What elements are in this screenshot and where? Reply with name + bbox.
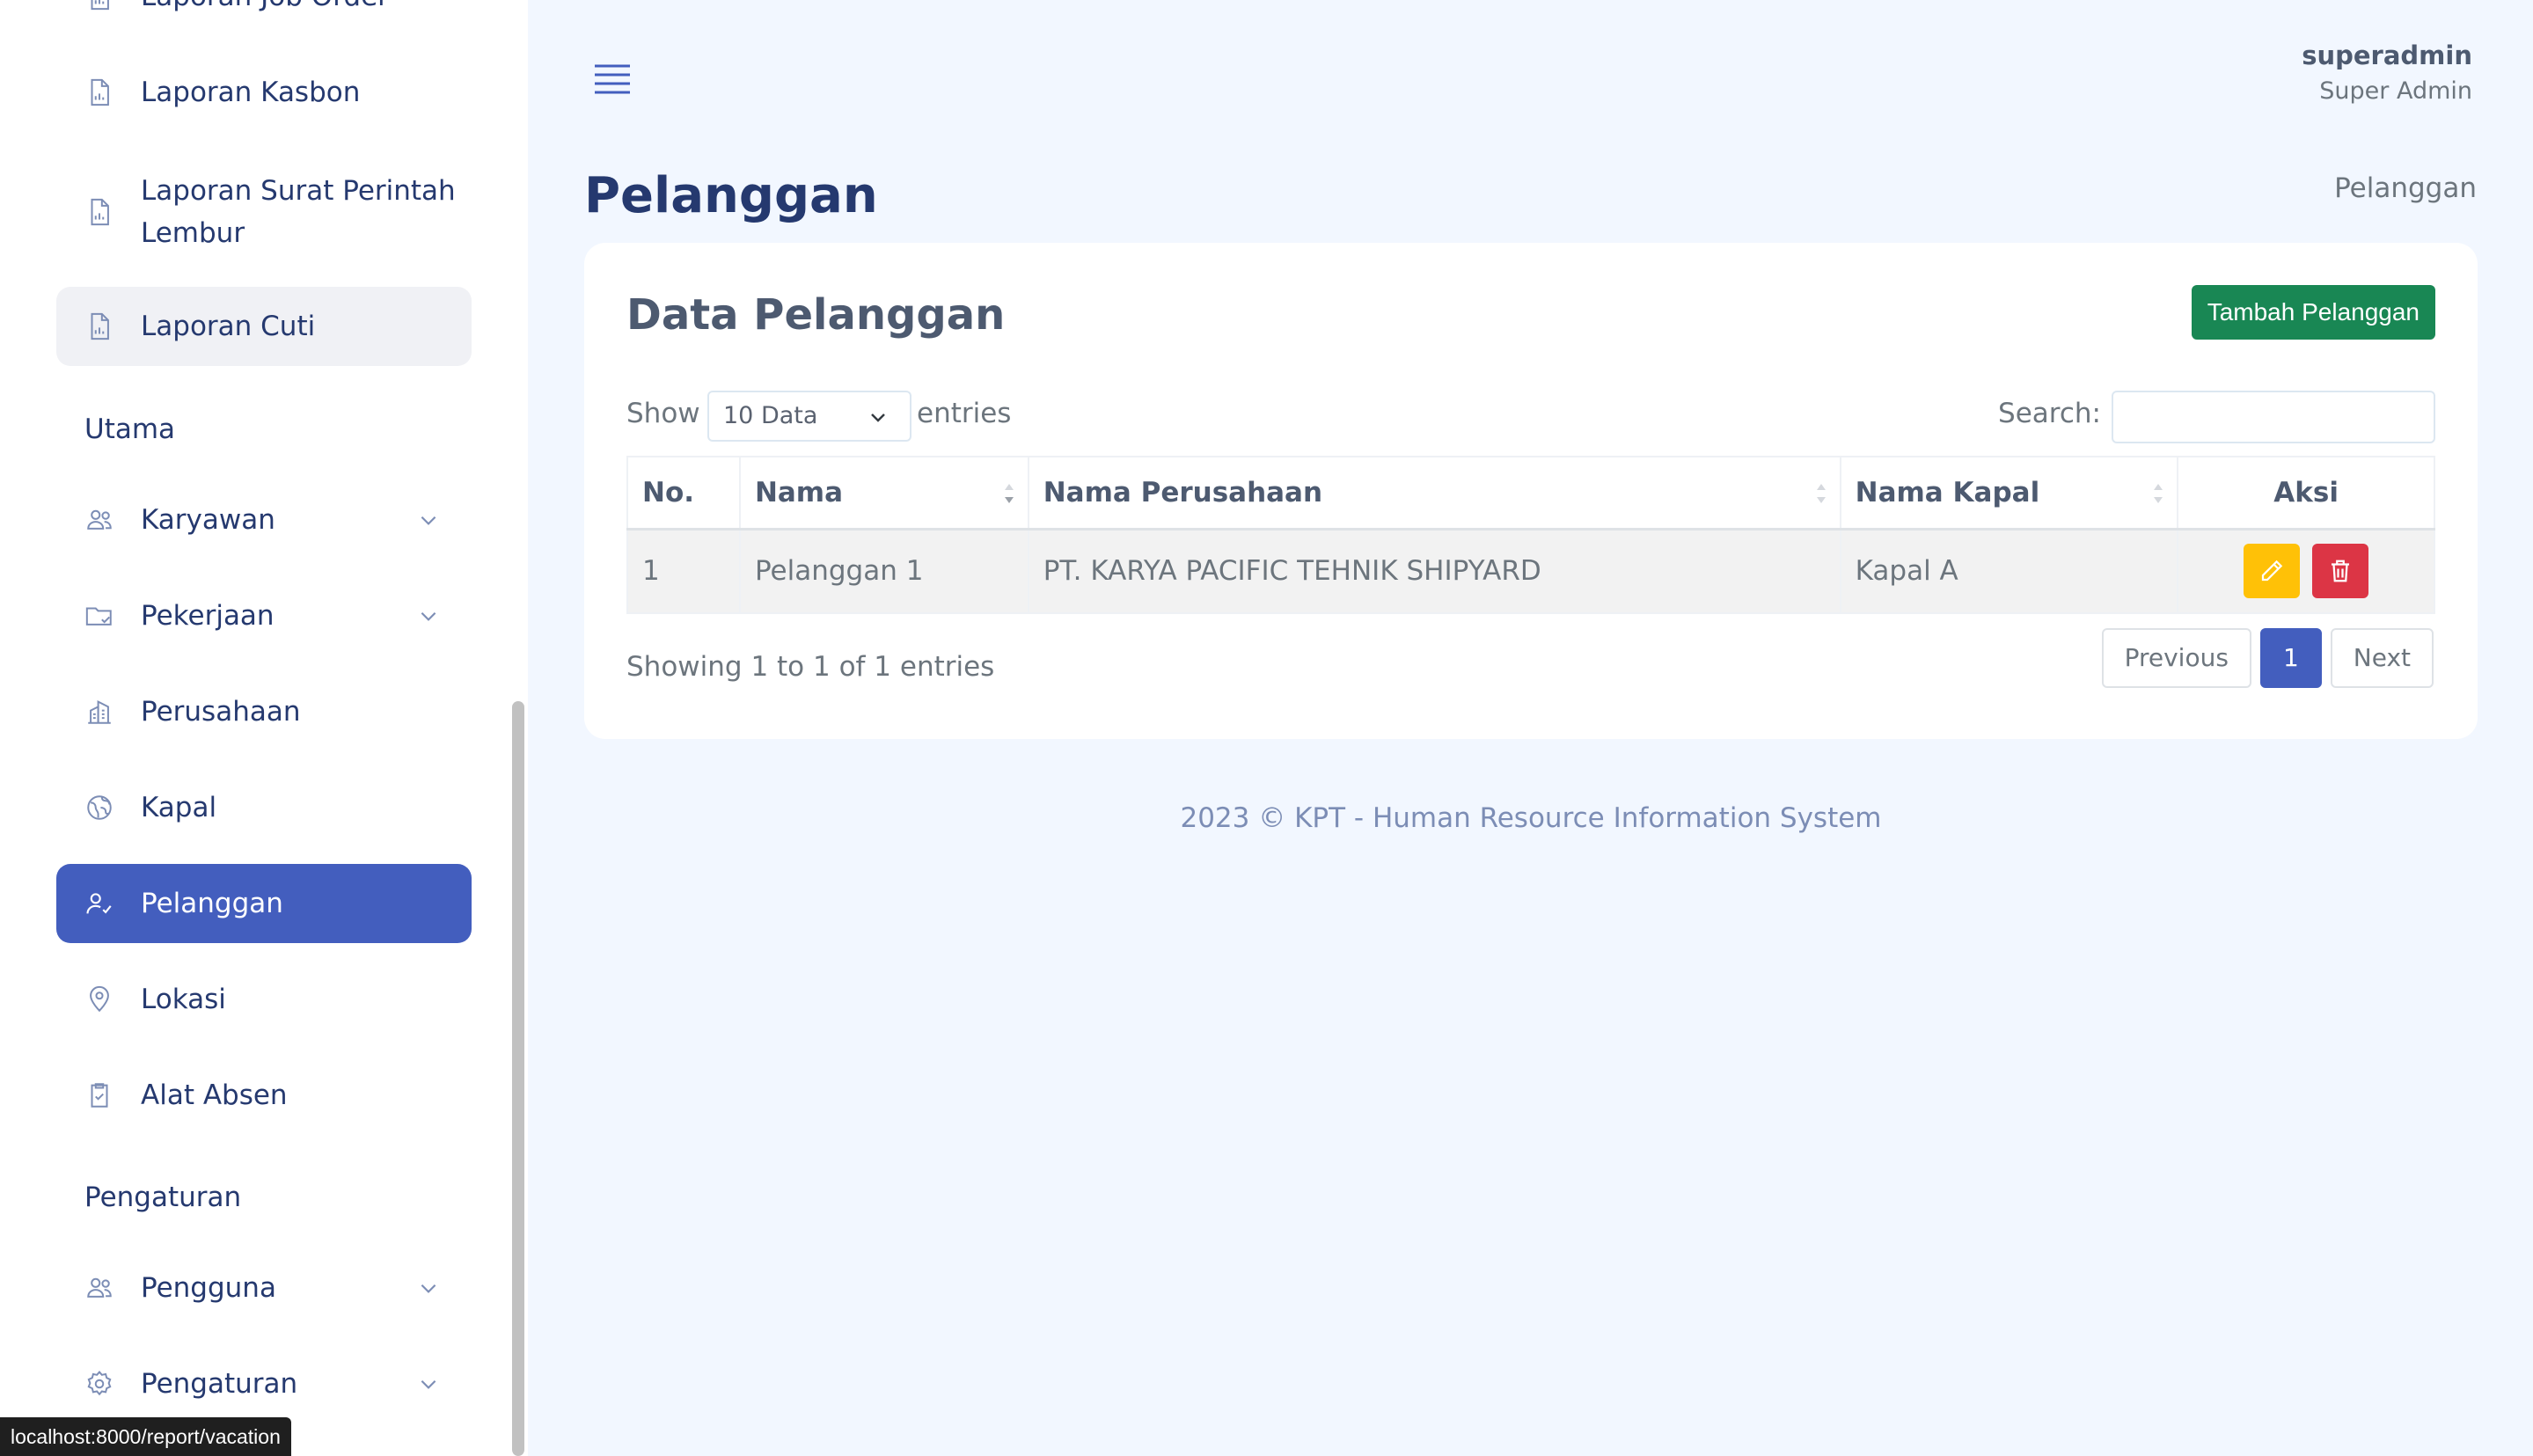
column-label: Nama (754, 476, 844, 509)
sidebar-item-pengguna[interactable]: Pengguna (56, 1266, 472, 1310)
sort-icon (2154, 484, 2163, 503)
delete-button[interactable] (2312, 544, 2369, 599)
chevron-down-icon (421, 516, 436, 525)
sidebar-item-laporan-spl[interactable]: Laporan Surat Perintah Lembur (56, 165, 472, 259)
search-input[interactable] (2112, 391, 2435, 443)
pagination-page-1[interactable]: 1 (2259, 628, 2322, 688)
show-label: Show (626, 398, 700, 429)
sidebar-item-laporan-kasbon[interactable]: Laporan Kasbon (56, 70, 472, 114)
sidebar-item-karyawan[interactable]: Karyawan (56, 498, 472, 542)
sidebar-item-pekerjaan[interactable]: Pekerjaan (56, 594, 472, 638)
cell-nama: Pelanggan 1 (738, 528, 1029, 614)
hamburger-menu-icon[interactable] (593, 62, 632, 95)
pagination-next[interactable]: Next (2330, 628, 2434, 688)
sidebar-item-label: Pelanggan (141, 888, 283, 919)
sidebar-item-label: Laporan Surat Perintah Lembur (141, 175, 456, 249)
cell-nama-perusahaan: PT. KARYA PACIFIC TEHNIK SHIPYARD (1027, 528, 1841, 614)
sidebar-scrollbar[interactable] (512, 701, 524, 1456)
sort-icon (1004, 484, 1014, 503)
sidebar-item-laporan-job-order[interactable]: Laporan Job Order (56, 0, 472, 16)
card-title: Data Pelanggan (626, 290, 1006, 340)
trash-icon (2332, 560, 2350, 582)
gear-icon (84, 1369, 114, 1399)
sidebar-item-laporan-cuti[interactable]: Laporan Cuti (56, 287, 472, 366)
entries-length-select[interactable]: 10 Data (707, 391, 911, 442)
pagination: Previous 1 Next (2101, 628, 2434, 688)
sidebar-item-label: Pengaturan (141, 1368, 298, 1400)
user-name[interactable]: superadmin (2302, 40, 2472, 70)
clipboard-check-icon (84, 1080, 114, 1110)
column-header-nama-perusahaan[interactable]: Nama Perusahaan (1027, 456, 1841, 530)
footer-text: 2023 © KPT - Human Resource Information … (1180, 802, 1882, 834)
report-icon (84, 311, 114, 341)
customer-table: No. Nama Nama Perusahaan Nama Kapal Aksi… (626, 456, 2435, 614)
sidebar-item-perusahaan[interactable]: Perusahaan (56, 690, 472, 734)
sidebar-item-alat-absen[interactable]: Alat Absen (56, 1073, 472, 1117)
sidebar-item-lokasi[interactable]: Lokasi (56, 977, 472, 1021)
sidebar-item-label: Laporan Kasbon (141, 77, 361, 108)
add-customer-button[interactable]: Tambah Pelanggan (2191, 285, 2435, 340)
data-card: Data Pelanggan Tambah Pelanggan Show 10 … (584, 243, 2478, 739)
location-pin-icon (84, 984, 114, 1014)
sidebar-item-kapal[interactable]: Kapal (56, 786, 472, 830)
sidebar-item-label: Karyawan (141, 504, 275, 536)
table-row: 1 Pelanggan 1 PT. KARYA PACIFIC TEHNIK S… (626, 528, 2435, 614)
chevron-down-icon (421, 611, 436, 621)
sidebar-section-pengaturan: Pengaturan (84, 1182, 242, 1213)
chevron-down-icon (421, 1379, 436, 1389)
user-role: Super Admin (2319, 77, 2472, 105)
sidebar-item-label: Pekerjaan (141, 600, 275, 632)
column-label: Nama Perusahaan (1043, 476, 1323, 509)
column-header-aksi: Aksi (2177, 456, 2435, 530)
entries-length-value: 10 Data (723, 402, 818, 429)
status-bar-url: localhost:8000/report/vacation (0, 1417, 291, 1456)
sidebar-item-pelanggan[interactable]: Pelanggan (56, 864, 472, 943)
cell-no: 1 (626, 528, 741, 614)
sidebar-item-label: Alat Absen (141, 1079, 288, 1111)
column-header-nama-kapal[interactable]: Nama Kapal (1839, 456, 2179, 530)
pencil-icon (2262, 560, 2283, 582)
sidebar-section-utama: Utama (84, 413, 176, 445)
folder-icon (84, 601, 114, 631)
chevron-down-icon (871, 413, 885, 422)
sort-icon (1816, 484, 1826, 503)
column-header-no[interactable]: No. (626, 456, 741, 530)
table-header-row: No. Nama Nama Perusahaan Nama Kapal Aksi (626, 456, 2435, 530)
sidebar-item-label: Perusahaan (141, 696, 301, 728)
entries-label: entries (917, 398, 1012, 429)
table-info: Showing 1 to 1 of 1 entries (626, 651, 995, 683)
report-icon (84, 77, 114, 107)
people-icon (84, 1273, 114, 1303)
user-check-icon (84, 889, 114, 918)
column-label: Aksi (2273, 476, 2339, 509)
sidebar-item-label: Laporan Job Order (141, 0, 389, 18)
report-icon (84, 197, 114, 227)
cell-aksi (2177, 528, 2435, 614)
people-icon (84, 505, 114, 535)
sidebar-item-pengaturan[interactable]: Pengaturan (56, 1362, 472, 1406)
report-icon (84, 0, 114, 11)
column-label: No. (642, 476, 695, 509)
chevron-down-icon (421, 1284, 436, 1293)
breadcrumb: Pelanggan (2334, 172, 2477, 204)
sidebar: Laporan Job Order Laporan Kasbon Laporan… (0, 0, 528, 1456)
building-icon (84, 697, 114, 727)
pagination-previous[interactable]: Previous (2101, 628, 2251, 688)
cell-nama-kapal: Kapal A (1839, 528, 2179, 614)
sidebar-item-label: Kapal (141, 792, 217, 823)
search-label: Search: (1998, 398, 2101, 429)
column-label: Nama Kapal (1855, 476, 2040, 509)
column-header-nama[interactable]: Nama (738, 456, 1029, 530)
globe-icon (84, 793, 114, 823)
edit-button[interactable] (2244, 544, 2301, 599)
sidebar-item-label: Laporan Cuti (141, 311, 316, 342)
sidebar-item-label: Lokasi (141, 984, 226, 1015)
page-title: Pelanggan (584, 167, 878, 224)
sidebar-item-label: Pengguna (141, 1272, 276, 1304)
